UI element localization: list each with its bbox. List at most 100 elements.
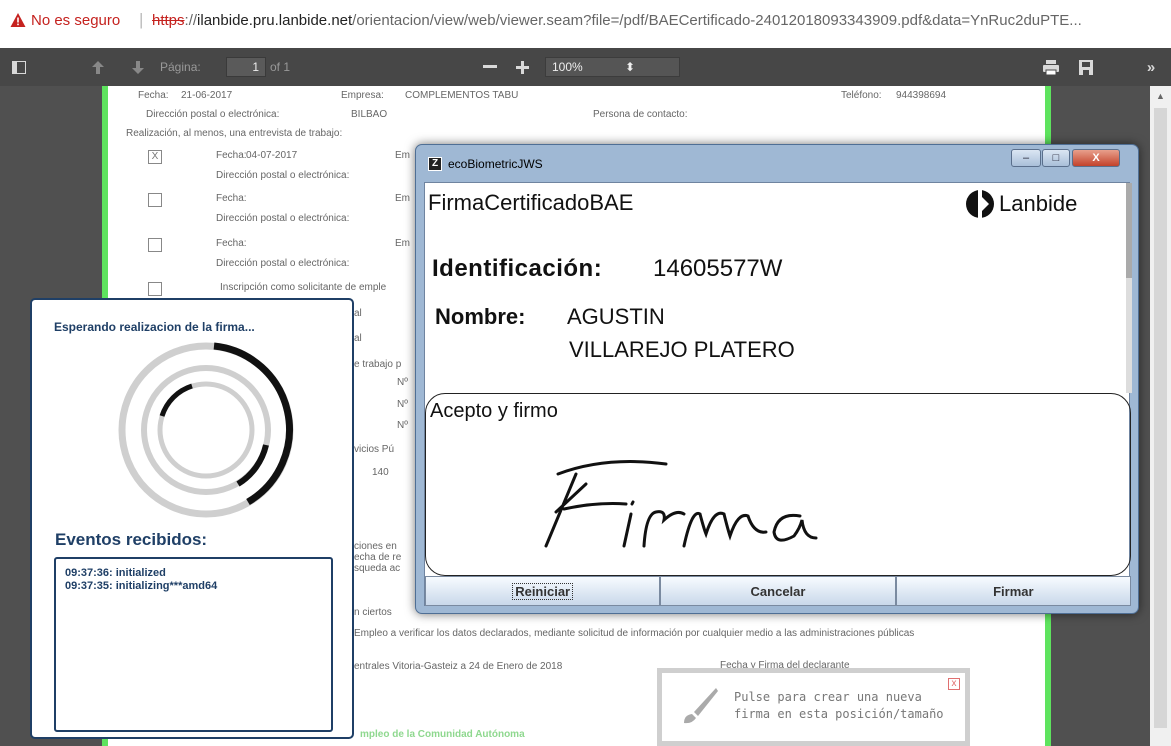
- page-number-input[interactable]: 1: [226, 57, 266, 77]
- id-label: Identificación:: [432, 255, 603, 282]
- inscripcion-text: Inscripción como solicitante de emple: [220, 282, 387, 293]
- empresa-value: COMPLEMENTOS TABU: [405, 90, 519, 101]
- direccion-label: Dirección postal o electrónica:: [216, 213, 350, 224]
- download-icon[interactable]: [1075, 57, 1097, 77]
- arrow-up-icon[interactable]: [88, 57, 108, 77]
- zoom-out-icon[interactable]: [480, 57, 500, 77]
- close-hint-icon[interactable]: x: [948, 678, 960, 690]
- text-fragment: echa de re: [354, 552, 402, 563]
- reset-button[interactable]: Reiniciar: [425, 576, 661, 606]
- sidebar-toggle-icon[interactable]: [8, 57, 30, 77]
- hint-line-2: firma en esta posición/tamaño: [734, 707, 944, 721]
- sign-button[interactable]: Firmar: [895, 576, 1131, 606]
- text-fragment: ciones en: [354, 541, 397, 552]
- dialog-content: FirmaCertificadoBAE Lanbide Identificaci…: [424, 182, 1132, 606]
- window-title: ecoBiometricJWS: [448, 157, 543, 171]
- url-text[interactable]: https://ilanbide.pru.lanbide.net/orienta…: [152, 12, 1082, 29]
- name-value-line2: VILLAREJO PLATERO: [569, 337, 795, 362]
- persona-contacto-label: Persona de contacto:: [593, 109, 688, 120]
- realizacion-text: Realización, al menos, una entrevista de…: [126, 128, 343, 139]
- cancel-button-label: Cancelar: [750, 583, 806, 599]
- text-fragment: squeda ac: [354, 563, 401, 574]
- telefono-value: 944398694: [896, 90, 947, 101]
- url-scheme-separator: ://: [184, 12, 198, 29]
- scroll-up-icon[interactable]: ▲: [1156, 91, 1165, 101]
- fecha-label: Fecha:: [216, 193, 247, 204]
- direccion-label: Dirección postal o electrónica:: [216, 258, 350, 269]
- empresa-fragment: Em: [395, 150, 410, 161]
- arrow-down-icon[interactable]: [128, 57, 148, 77]
- zoom-in-icon[interactable]: [512, 57, 532, 77]
- brand-name: Lanbide: [999, 191, 1078, 216]
- checkbox-inscripcion[interactable]: [148, 282, 162, 296]
- window-titlebar[interactable]: Z ecoBiometricJWS – □ X: [416, 145, 1138, 182]
- url-scheme: https: [152, 12, 185, 29]
- chevron-down-icon: ⬍: [624, 60, 635, 74]
- telefono-label: Teléfono:: [841, 90, 882, 101]
- direccion-value: BILBAO: [351, 109, 388, 120]
- fecha-value: 04-07-2017: [246, 150, 298, 161]
- text-fragment: Nº: [397, 399, 408, 410]
- zoom-select[interactable]: 100% ⬍: [545, 57, 680, 77]
- zoom-value: 100%: [552, 60, 583, 74]
- more-icon[interactable]: »: [1140, 57, 1162, 77]
- handwritten-signature: [544, 460, 818, 548]
- name-label: Nombre:: [435, 304, 526, 329]
- print-icon[interactable]: [1040, 57, 1062, 77]
- verificar-text: Empleo a verificar los datos declarados,…: [354, 628, 915, 639]
- checkbox-entrevista-3[interactable]: [148, 238, 162, 252]
- url-host: ilanbide.pru.lanbide.net: [197, 12, 353, 29]
- signature-status-panel: Esperando realizacion de la firma... Eve…: [30, 298, 354, 739]
- brand-logo: Lanbide: [965, 189, 1077, 219]
- checkbox-entrevista-1[interactable]: X: [148, 150, 162, 164]
- direccion-label: Dirección postal o electrónica:: [146, 109, 280, 120]
- fecha-label: Fecha:: [216, 150, 247, 161]
- events-title: Eventos recibidos:: [55, 530, 208, 549]
- empresa-label: Empresa:: [341, 90, 384, 101]
- url-path: /orientacion/view/web/viewer.seam?file=/…: [352, 12, 1082, 29]
- page-total: of 1: [270, 60, 291, 74]
- scrollbar-thumb[interactable]: [1126, 183, 1132, 278]
- sign-button-label: Firmar: [993, 583, 1034, 599]
- empresa-fragment: Em: [395, 238, 410, 249]
- event-entry: 09:37:35: initializing***amd64: [65, 580, 218, 592]
- text-fragment: Nº: [397, 420, 408, 431]
- checkbox-entrevista-2[interactable]: [148, 193, 162, 207]
- signature-prompt: Acepto y firmo: [430, 400, 558, 422]
- page-label: Página:: [160, 60, 201, 74]
- comunidad-text: mpleo de la Comunidad Autónoma: [360, 729, 525, 740]
- waiting-title: Esperando realizacion de la firma...: [54, 320, 255, 334]
- brush-icon: [684, 688, 718, 724]
- document-name: FirmaCertificadoBAE: [428, 190, 634, 215]
- create-signature-hint[interactable]: Pulse para crear una nueva firma en esta…: [657, 668, 970, 746]
- signature-pad[interactable]: Acepto y firmo: [425, 393, 1131, 576]
- app-icon: Z: [428, 157, 442, 171]
- reset-button-label: Reiniciar: [512, 582, 574, 600]
- text-fragment: 140: [372, 467, 389, 478]
- lanbide-logo-icon: [966, 189, 994, 219]
- pdf-scrollbar[interactable]: ▲: [1150, 86, 1171, 746]
- fecha-label: Fecha:: [216, 238, 247, 249]
- address-bar[interactable]: No es seguro | https://ilanbide.pru.lanb…: [0, 0, 1171, 48]
- dialog-scrollbar[interactable]: [1126, 183, 1132, 393]
- warning-icon: [10, 13, 26, 27]
- checkbox-check-mark: X: [151, 151, 159, 162]
- scrollbar-thumb[interactable]: [1154, 108, 1167, 728]
- loading-spinner-icon: [118, 342, 294, 518]
- close-button[interactable]: X: [1072, 149, 1120, 167]
- text-fragment: vicios Pú: [354, 444, 395, 455]
- address-separator: |: [139, 10, 144, 29]
- cancel-button[interactable]: Cancelar: [660, 576, 896, 606]
- name-value-line1: AGUSTIN: [567, 304, 665, 329]
- events-log: 09:37:36: initialized 09:37:35: initiali…: [54, 557, 333, 732]
- dialog-button-row: Reiniciar Cancelar Firmar: [425, 576, 1131, 606]
- direccion-label: Dirección postal o electrónica:: [216, 170, 350, 181]
- pdf-toolbar: Página: 1 of 1 100% ⬍ »: [0, 48, 1171, 86]
- text-fragment: n ciertos: [354, 607, 392, 618]
- minimize-button[interactable]: –: [1011, 149, 1041, 167]
- text-fragment: al: [354, 333, 362, 344]
- maximize-button[interactable]: □: [1042, 149, 1070, 167]
- event-entry: 09:37:36: initialized: [65, 567, 166, 579]
- security-warning[interactable]: No es seguro: [31, 12, 120, 29]
- hint-line-1: Pulse para crear una nueva: [734, 690, 922, 704]
